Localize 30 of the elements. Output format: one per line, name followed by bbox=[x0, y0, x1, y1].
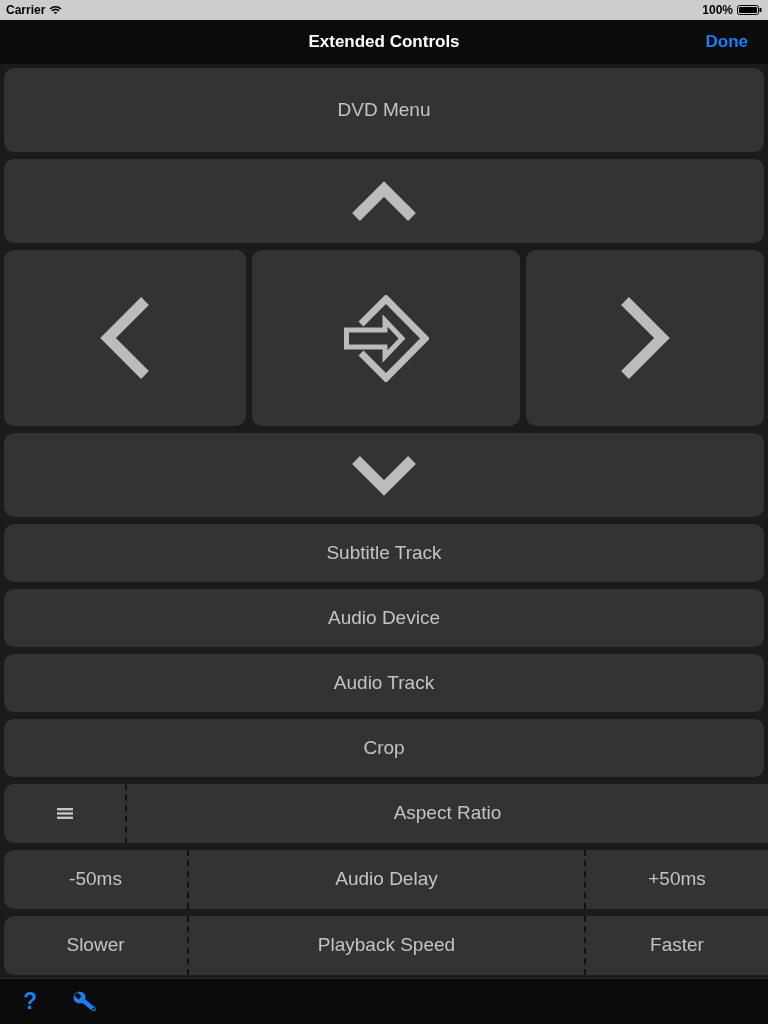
control-button[interactable]: DVD Menu bbox=[4, 68, 764, 152]
segment-button[interactable]: Playback Speed bbox=[187, 916, 584, 975]
chevron-up-icon bbox=[352, 180, 416, 222]
decrease-button[interactable]: -50ms bbox=[4, 850, 187, 909]
decrease-button[interactable]: Slower bbox=[4, 916, 187, 975]
chevron-down-icon bbox=[352, 454, 416, 496]
enter-button[interactable] bbox=[252, 250, 520, 426]
nav-title: Extended Controls bbox=[308, 31, 460, 54]
menu-button[interactable] bbox=[4, 784, 125, 843]
chevron-right-icon bbox=[618, 296, 672, 380]
segment-button[interactable]: Aspect Ratio bbox=[125, 784, 768, 843]
left-button[interactable] bbox=[4, 250, 246, 426]
carrier-label: Carrier bbox=[6, 2, 46, 19]
done-button[interactable]: Done bbox=[705, 29, 748, 55]
control-button[interactable]: Audio Device bbox=[4, 589, 764, 647]
control-button[interactable]: Subtitle Track bbox=[4, 524, 764, 582]
control-button[interactable]: Audio Track bbox=[4, 654, 764, 712]
menu-icon bbox=[56, 808, 73, 819]
arrow-in-diamond-icon bbox=[343, 294, 429, 382]
control-button[interactable]: Crop bbox=[4, 719, 764, 777]
increase-button[interactable]: Faster bbox=[584, 916, 768, 975]
help-button[interactable]: ? bbox=[23, 990, 38, 1013]
increase-button[interactable]: +50ms bbox=[584, 850, 768, 909]
right-button[interactable] bbox=[526, 250, 764, 426]
segment-button[interactable]: Audio Delay bbox=[187, 850, 584, 909]
wrench-icon[interactable] bbox=[73, 990, 99, 1013]
chevron-left-icon bbox=[98, 296, 152, 380]
battery-icon bbox=[737, 5, 762, 15]
wifi-icon bbox=[49, 5, 63, 15]
battery-percentage: 100% bbox=[702, 2, 733, 19]
